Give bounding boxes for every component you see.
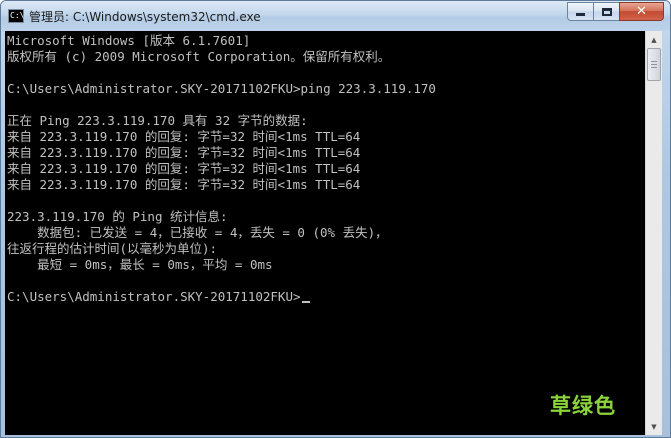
console-line: C:\Users\Administrator.SKY-20171102FKU>p… xyxy=(7,81,436,96)
title-bar[interactable]: C:\ 管理员: C:\Windows\system32\cmd.exe ✕ xyxy=(1,1,670,31)
console-line: 来自 223.3.119.170 的回复: 字节=32 时间<1ms TTL=6… xyxy=(7,177,361,192)
scroll-thumb[interactable] xyxy=(647,48,661,81)
console-line: 来自 223.3.119.170 的回复: 字节=32 时间<1ms TTL=6… xyxy=(7,161,361,176)
caption-buttons: ✕ xyxy=(567,2,664,22)
arrow-up-icon: ▲ xyxy=(651,35,657,44)
grip-icon xyxy=(651,61,657,68)
window-title: 管理员: C:\Windows\system32\cmd.exe xyxy=(29,10,261,24)
text-cursor xyxy=(301,301,310,303)
console-output[interactable]: Microsoft Windows [版本 6.1.7601] 版权所有 (c)… xyxy=(5,31,645,435)
arrow-down-icon: ▼ xyxy=(651,422,657,431)
console-line: 版权所有 (c) 2009 Microsoft Corporation。保留所有… xyxy=(7,49,391,64)
console-line: 正在 Ping 223.3.119.170 具有 32 字节的数据: xyxy=(7,113,308,128)
console-line: Microsoft Windows [版本 6.1.7601] xyxy=(7,33,251,48)
console-line: 往返行程的估计时间(以毫秒为单位): xyxy=(7,241,218,256)
console-line: 最短 = 0ms，最长 = 0ms，平均 = 0ms xyxy=(7,257,273,272)
watermark-text: 草绿色 xyxy=(550,394,616,418)
cmd-window: C:\ 管理员: C:\Windows\system32\cmd.exe ✕ M… xyxy=(0,0,671,438)
minimize-button[interactable] xyxy=(567,2,593,21)
console-lines: Microsoft Windows [版本 6.1.7601] 版权所有 (c)… xyxy=(7,33,436,305)
scroll-down-button[interactable]: ▼ xyxy=(646,418,662,435)
console-line: 223.3.119.170 的 Ping 统计信息: xyxy=(7,209,228,224)
maximize-icon xyxy=(601,7,612,16)
console-line: 来自 223.3.119.170 的回复: 字节=32 时间<1ms TTL=6… xyxy=(7,129,361,144)
cmd-console-icon[interactable]: C:\ xyxy=(8,9,24,23)
minimize-icon xyxy=(576,13,585,16)
close-button[interactable]: ✕ xyxy=(619,2,664,21)
scroll-up-button[interactable]: ▲ xyxy=(646,31,662,48)
console-line: 数据包: 已发送 = 4，已接收 = 4，丢失 = 0 (0% 丢失)， xyxy=(7,225,388,240)
close-icon: ✕ xyxy=(636,4,647,19)
command-prompt: C:\Users\Administrator.SKY-20171102FKU> xyxy=(7,289,301,304)
maximize-button[interactable] xyxy=(593,2,619,21)
vertical-scrollbar[interactable]: ▲ ▼ xyxy=(645,31,662,435)
command-prompt-line[interactable]: C:\Users\Administrator.SKY-20171102FKU> xyxy=(7,289,436,305)
console-line: 来自 223.3.119.170 的回复: 字节=32 时间<1ms TTL=6… xyxy=(7,145,361,160)
